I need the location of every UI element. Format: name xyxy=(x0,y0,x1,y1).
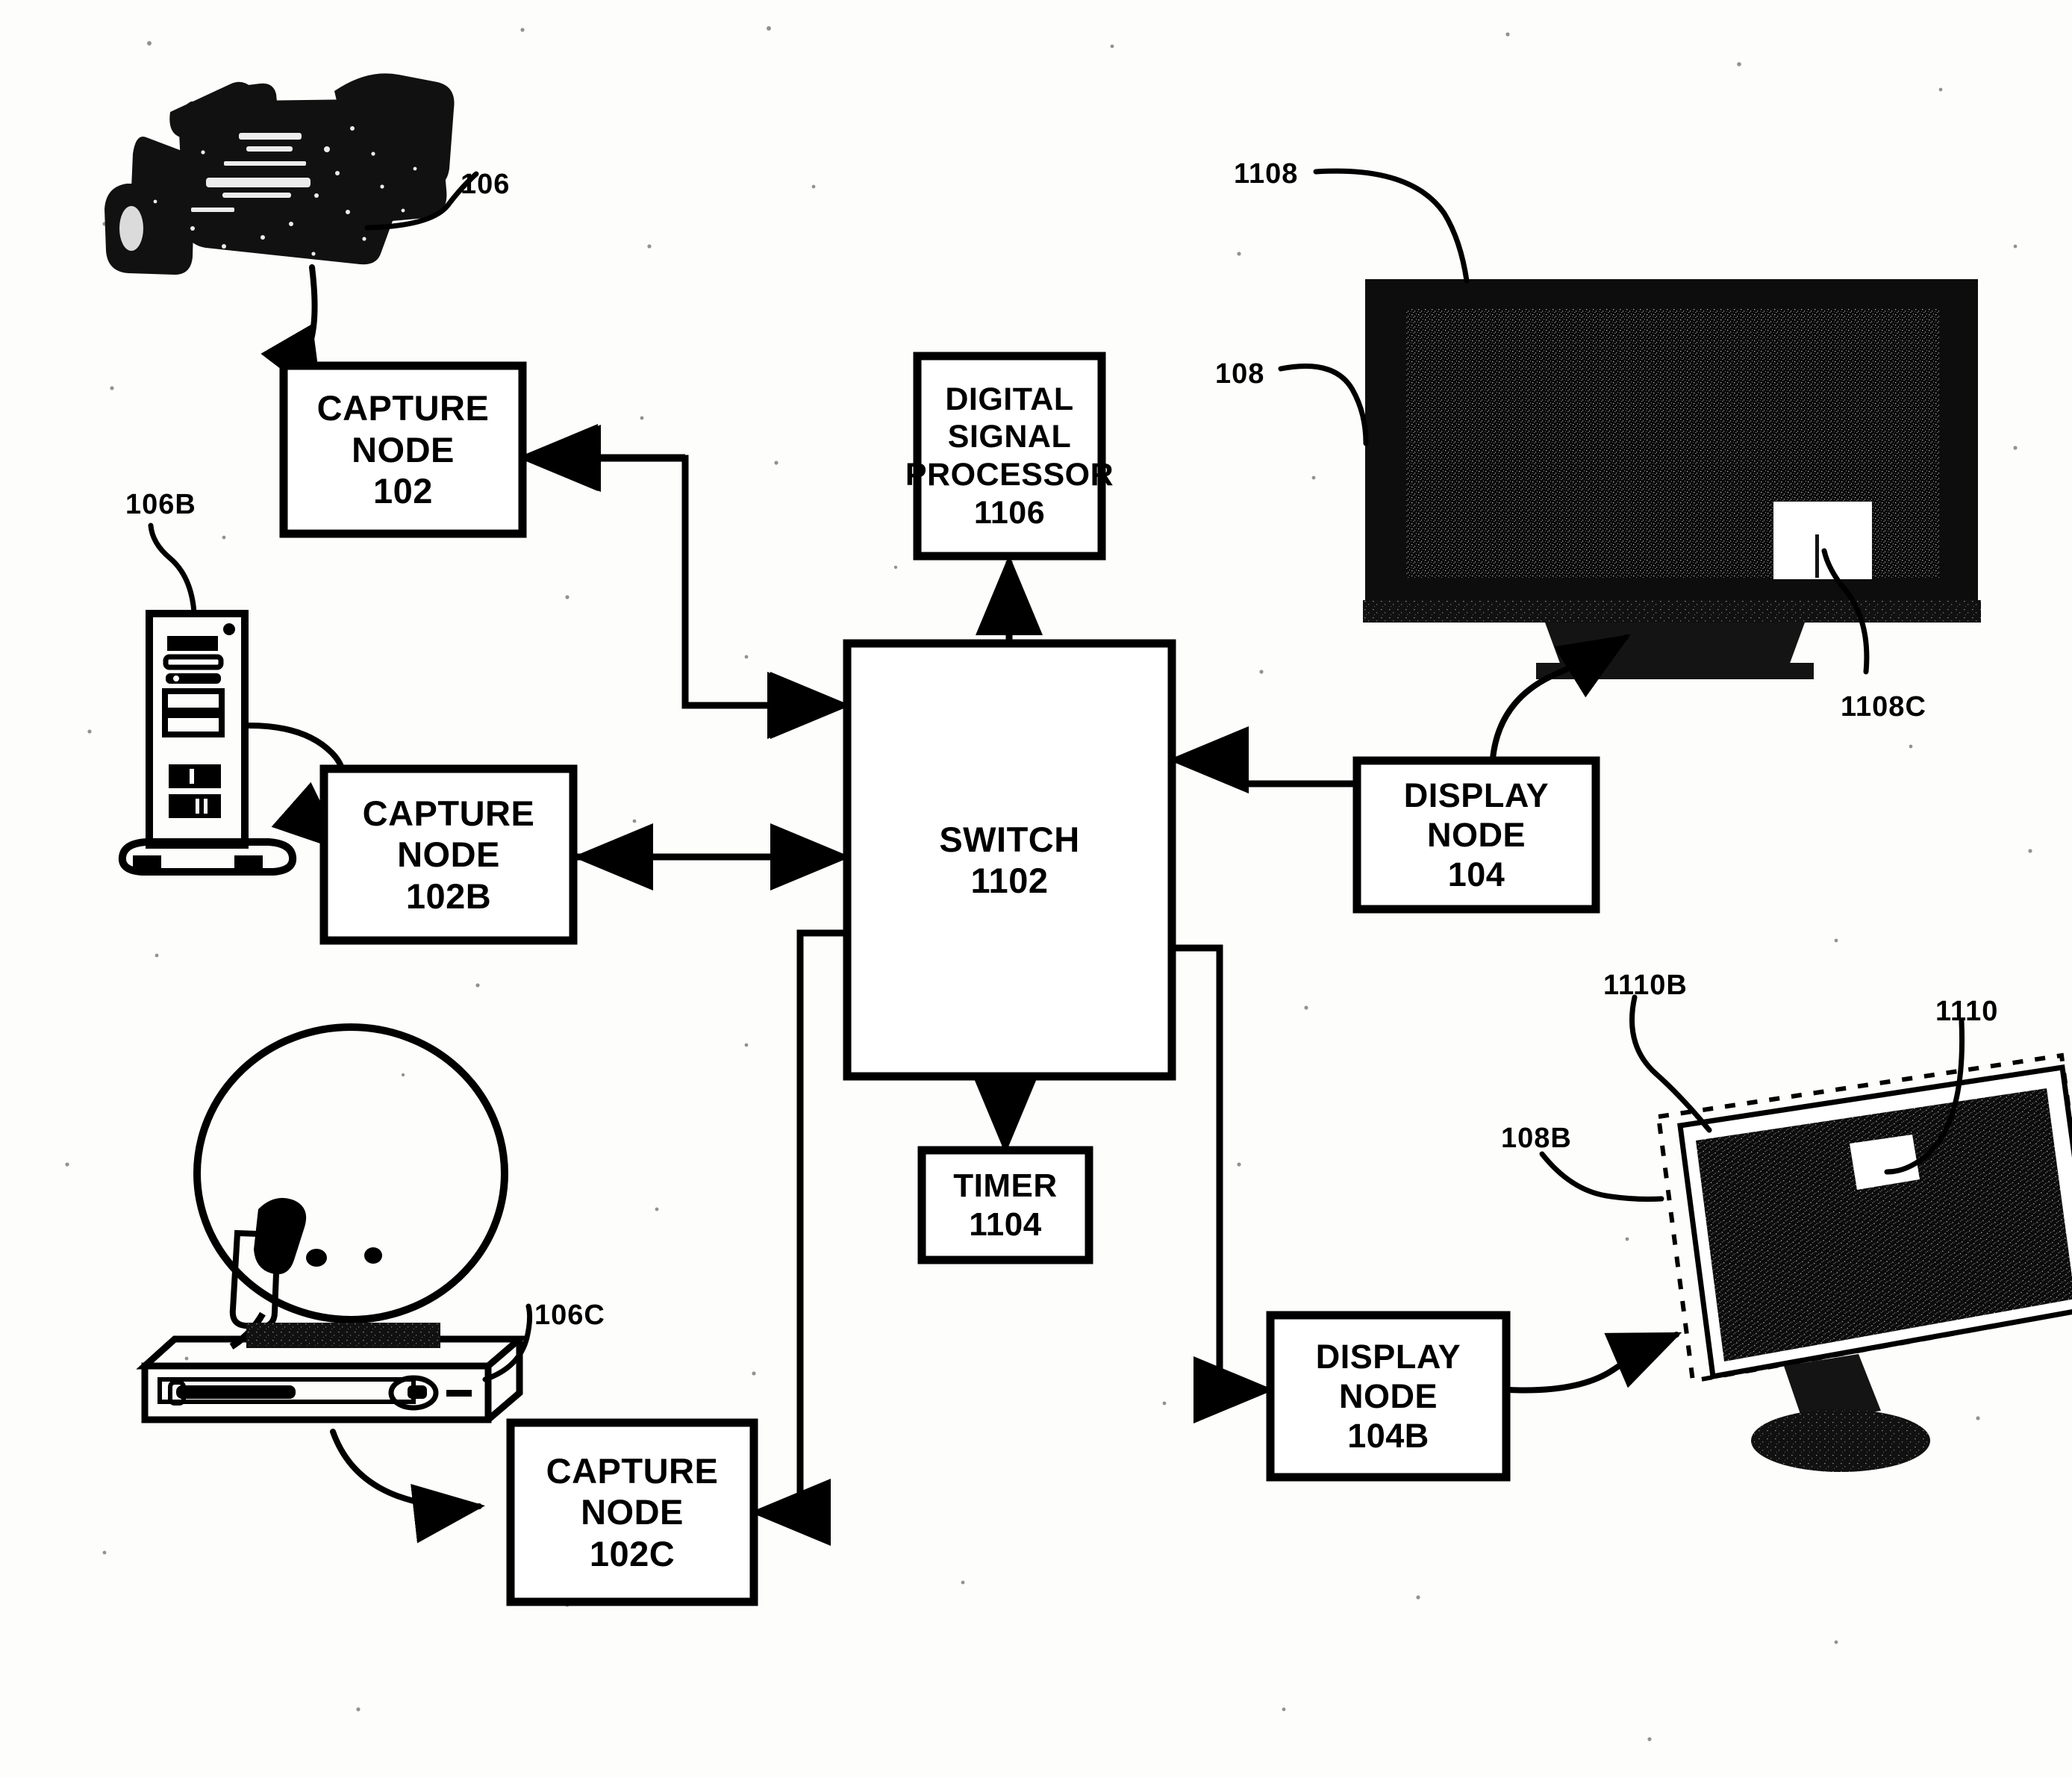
reference-numeral-1110b: 1110B xyxy=(1603,970,1688,1001)
reference-numeral-1108: 1108 xyxy=(1234,158,1299,190)
satellite-dish-illustration xyxy=(136,1023,533,1423)
reference-numeral-108: 108 xyxy=(1215,358,1265,390)
reference-numeral-108b: 108B xyxy=(1501,1123,1572,1154)
reference-numeral-106c: 106C xyxy=(534,1300,605,1331)
television-illustration xyxy=(1278,168,1981,679)
capture-feed-wiring xyxy=(525,455,848,739)
block-capture-node-102c xyxy=(506,1418,758,1606)
link-display104b-to-monitor xyxy=(1506,1332,1682,1394)
camcorder-illustration xyxy=(104,73,479,275)
reference-numeral-1110: 1110 xyxy=(1935,996,1999,1027)
reference-numeral-106b: 106B xyxy=(125,489,196,520)
patent-figure: CAPTURE NODE 102 CAPTURE NODE 102B CAPTU… xyxy=(0,0,2072,1778)
block-capture-node-102 xyxy=(279,361,527,538)
block-display-node-104b xyxy=(1266,1311,1511,1482)
reference-numeral-106: 106 xyxy=(461,169,511,200)
lcd-monitor-illustration xyxy=(1539,994,2072,1472)
diagram-artwork xyxy=(65,26,2072,1741)
block-digital-signal-processor-1106 xyxy=(913,352,1106,561)
pip-window-1108c-shape xyxy=(1773,502,1872,579)
block-display-node-104 xyxy=(1352,756,1600,914)
block-switch-1102 xyxy=(843,639,1176,1081)
link-satellite-to-capture102c xyxy=(330,1429,485,1544)
block-timer-1104 xyxy=(917,1146,1093,1264)
block-capture-node-102b xyxy=(319,764,578,945)
computer-tower-illustration xyxy=(118,523,297,876)
reference-numeral-1108c: 1108C xyxy=(1841,691,1926,723)
